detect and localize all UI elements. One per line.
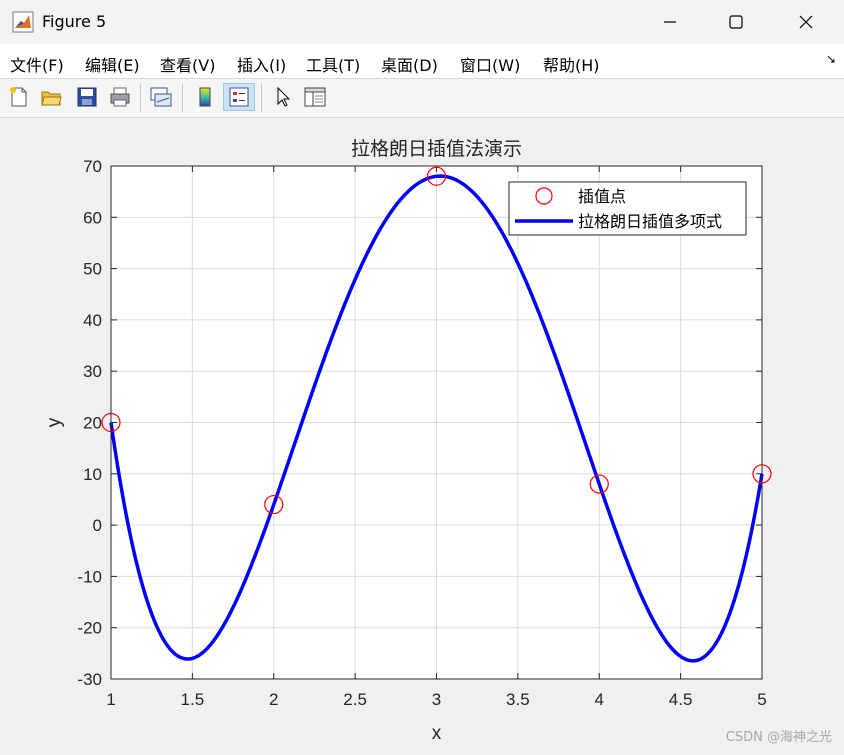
y-tick-label: 50 [83, 260, 102, 279]
x-tick-label: 4.5 [669, 690, 693, 709]
y-tick-label: 60 [83, 208, 102, 227]
y-tick-label: 70 [83, 157, 102, 176]
pointer-button[interactable] [270, 83, 296, 111]
open-file-icon [41, 91, 62, 106]
chart-title: 拉格朗日插值法演示 [351, 138, 522, 160]
property-inspector-icon [304, 87, 326, 107]
x-tick-label: 3 [432, 690, 441, 709]
dock-arrow-icon[interactable]: ↘ [826, 52, 836, 66]
x-tick-label: 1 [106, 690, 115, 709]
watermark: CSDN @海神之光 [725, 730, 832, 745]
toolbar-separator [261, 84, 262, 112]
matlab-icon [12, 11, 34, 33]
save-icon [77, 87, 97, 107]
x-tick-label: 2.5 [343, 690, 367, 709]
legend-icon [229, 87, 249, 107]
window-title: Figure 5 [42, 12, 107, 31]
colorbar-button[interactable] [192, 83, 218, 111]
y-tick-label: -30 [77, 670, 102, 689]
maximize-icon [729, 15, 743, 29]
y-axis-label: y [44, 417, 65, 427]
toolbar-separator [140, 84, 141, 112]
property-inspector-button[interactable] [302, 83, 328, 111]
x-tick-label: 5 [757, 690, 766, 709]
y-tick-label: 10 [83, 465, 102, 484]
menu-desktop[interactable]: 桌面(D) [381, 52, 438, 76]
print-button[interactable] [107, 83, 133, 111]
legend-label-interpolation-points: 插值点 [578, 187, 626, 206]
legend-button[interactable] [223, 83, 255, 111]
link-plot-button[interactable] [148, 83, 174, 111]
link-plot-icon [150, 87, 172, 107]
menu-help[interactable]: 帮助(H) [543, 52, 600, 76]
y-tick-label: -10 [77, 567, 102, 586]
print-icon [110, 87, 130, 107]
x-tick-label: 1.5 [181, 690, 205, 709]
menu-insert[interactable]: 插入(I) [237, 52, 286, 76]
y-tick-label: -20 [77, 619, 102, 638]
x-axis-label: x [432, 723, 442, 744]
legend[interactable]: 插值点 拉格朗日插值多项式 [508, 181, 747, 236]
menu-edit[interactable]: 编辑(E) [85, 52, 140, 76]
menu-view[interactable]: 查看(V) [160, 52, 215, 76]
menu-window[interactable]: 窗口(W) [460, 52, 520, 76]
title-bar: Figure 5 [0, 0, 844, 44]
colorbar-icon [199, 87, 211, 107]
figure-canvas: 1 1.5 2 2.5 3 3.5 4 4.5 5 -30 -20 -10 0 10 20 30 40 50 60… [0, 118, 844, 751]
y-tick-label: 40 [83, 311, 102, 330]
chart: 1 1.5 2 2.5 3 3.5 4 4.5 5 -30 -20 -10 0 10 20 30 40 50 60… [44, 138, 772, 744]
x-tick-label: 3.5 [506, 690, 530, 709]
x-tick-label: 2 [269, 690, 278, 709]
new-figure-icon [10, 87, 27, 107]
close-icon [799, 15, 813, 29]
maximize-button[interactable] [706, 0, 766, 44]
minimize-icon [664, 21, 676, 23]
close-button[interactable] [776, 0, 836, 44]
y-tick-label: 30 [83, 362, 102, 381]
legend-label-polynomial: 拉格朗日插值多项式 [578, 212, 722, 231]
new-figure-button[interactable] [6, 83, 32, 111]
y-tick-label: 0 [93, 516, 102, 535]
pointer-icon [277, 86, 291, 107]
open-file-button[interactable] [38, 83, 64, 111]
toolbar [0, 79, 844, 118]
menu-bar: 文件(F) 编辑(E) 查看(V) 插入(I) 工具(T) 桌面(D) 窗口(W… [0, 44, 844, 79]
menu-file[interactable]: 文件(F) [10, 52, 64, 76]
x-tick-label: 4 [595, 690, 604, 709]
toolbar-separator [182, 84, 183, 112]
menu-tools[interactable]: 工具(T) [306, 52, 360, 76]
y-tick-label: 20 [83, 414, 102, 433]
save-button[interactable] [74, 83, 100, 111]
minimize-button[interactable] [640, 0, 700, 44]
